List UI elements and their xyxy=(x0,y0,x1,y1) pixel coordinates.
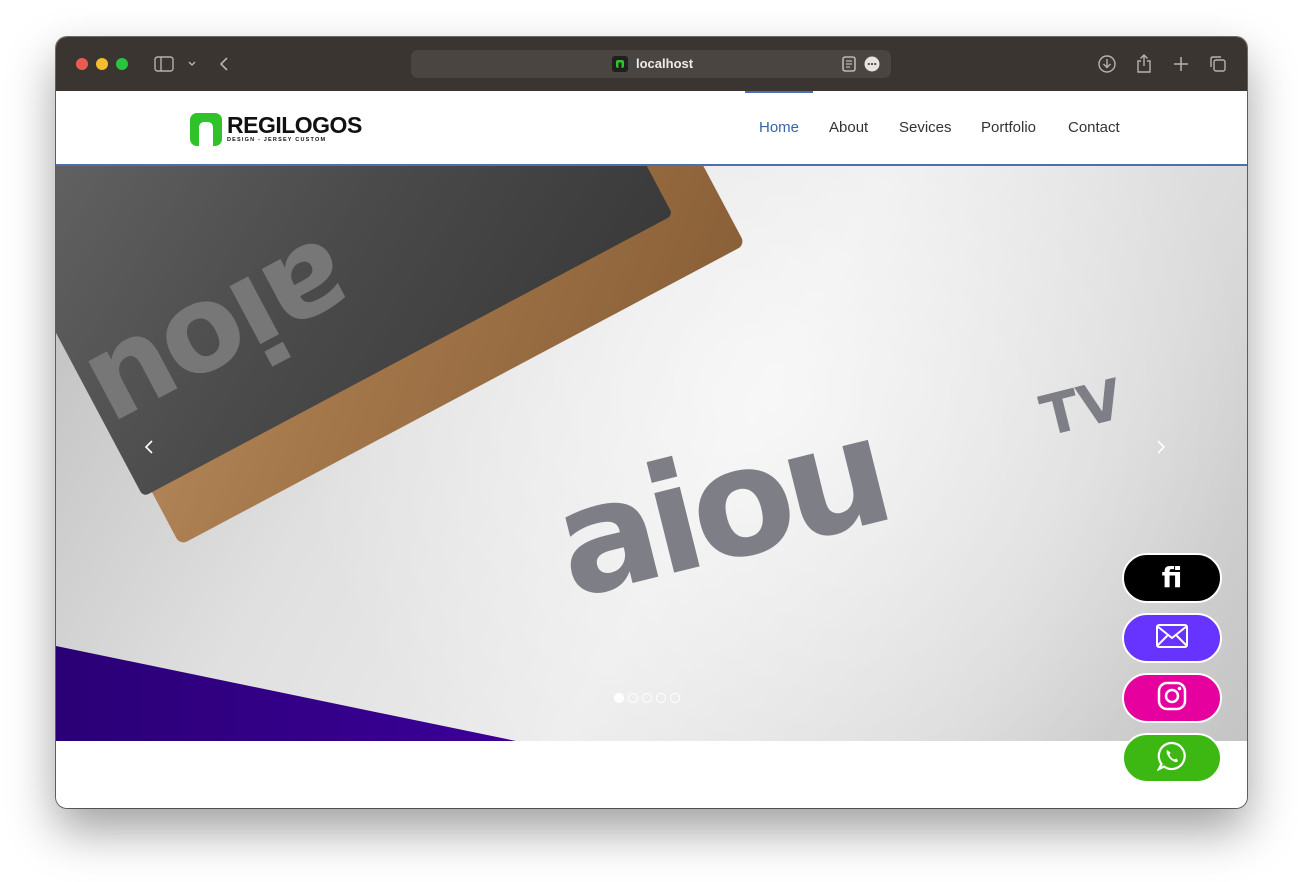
address-bar[interactable]: localhost xyxy=(411,50,891,78)
sidebar-icon[interactable] xyxy=(152,52,176,76)
reader-icon[interactable] xyxy=(842,56,856,77)
hero-carousel: aiou aiou TV xyxy=(56,166,1247,741)
carousel-dot[interactable] xyxy=(628,693,638,703)
tab-overview-icon[interactable] xyxy=(1206,52,1230,76)
chevron-down-icon[interactable] xyxy=(180,52,204,76)
nav-home[interactable]: Home xyxy=(744,91,814,164)
instagram-icon xyxy=(1157,681,1187,716)
email-button[interactable] xyxy=(1122,613,1222,663)
brand-tagline: DESIGN - JERSEY CUSTOM xyxy=(227,137,327,143)
downloads-icon[interactable] xyxy=(1095,52,1119,76)
nav-about[interactable]: About xyxy=(829,91,868,164)
fiverr-icon: fi xyxy=(1161,561,1183,594)
nav-services[interactable]: Sevices xyxy=(899,91,952,164)
carousel-dot[interactable] xyxy=(642,693,652,703)
nav-portfolio[interactable]: Portfolio xyxy=(981,91,1036,164)
page-menu-icon[interactable] xyxy=(864,56,880,77)
logo-mark-icon xyxy=(190,112,222,146)
browser-window: localhost REGILOGOS DESIGN - JERSEY CUST… xyxy=(56,37,1247,808)
chevron-right-icon[interactable] xyxy=(1156,438,1166,461)
mail-icon xyxy=(1156,623,1188,653)
instagram-button[interactable] xyxy=(1122,673,1222,723)
fiverr-button[interactable]: fi xyxy=(1122,553,1222,603)
share-icon[interactable] xyxy=(1132,52,1156,76)
web-page: REGILOGOS DESIGN - JERSEY CUSTOM Home Ab… xyxy=(56,91,1247,808)
nav-contact[interactable]: Contact xyxy=(1068,91,1120,164)
whatsapp-button[interactable] xyxy=(1122,733,1222,783)
chevron-left-icon[interactable] xyxy=(144,438,154,461)
new-tab-icon[interactable] xyxy=(1169,52,1193,76)
whatsapp-icon xyxy=(1156,741,1187,776)
carousel-indicators xyxy=(614,693,680,703)
site-navbar: REGILOGOS DESIGN - JERSEY CUSTOM Home Ab… xyxy=(56,91,1247,166)
brand-name: REGILOGOS xyxy=(227,112,362,138)
url-text: localhost xyxy=(636,56,694,71)
site-favicon-icon xyxy=(612,56,628,72)
brand-logo[interactable]: REGILOGOS DESIGN - JERSEY CUSTOM xyxy=(190,111,362,147)
carousel-dot[interactable] xyxy=(670,693,680,703)
minimize-window-button[interactable] xyxy=(96,58,108,70)
zoom-window-button[interactable] xyxy=(116,58,128,70)
back-icon[interactable] xyxy=(212,52,236,76)
logo-text-group: REGILOGOS DESIGN - JERSEY CUSTOM xyxy=(227,114,362,144)
close-window-button[interactable] xyxy=(76,58,88,70)
carousel-dot[interactable] xyxy=(656,693,666,703)
browser-toolbar: localhost xyxy=(56,37,1247,91)
carousel-dot[interactable] xyxy=(614,693,624,703)
